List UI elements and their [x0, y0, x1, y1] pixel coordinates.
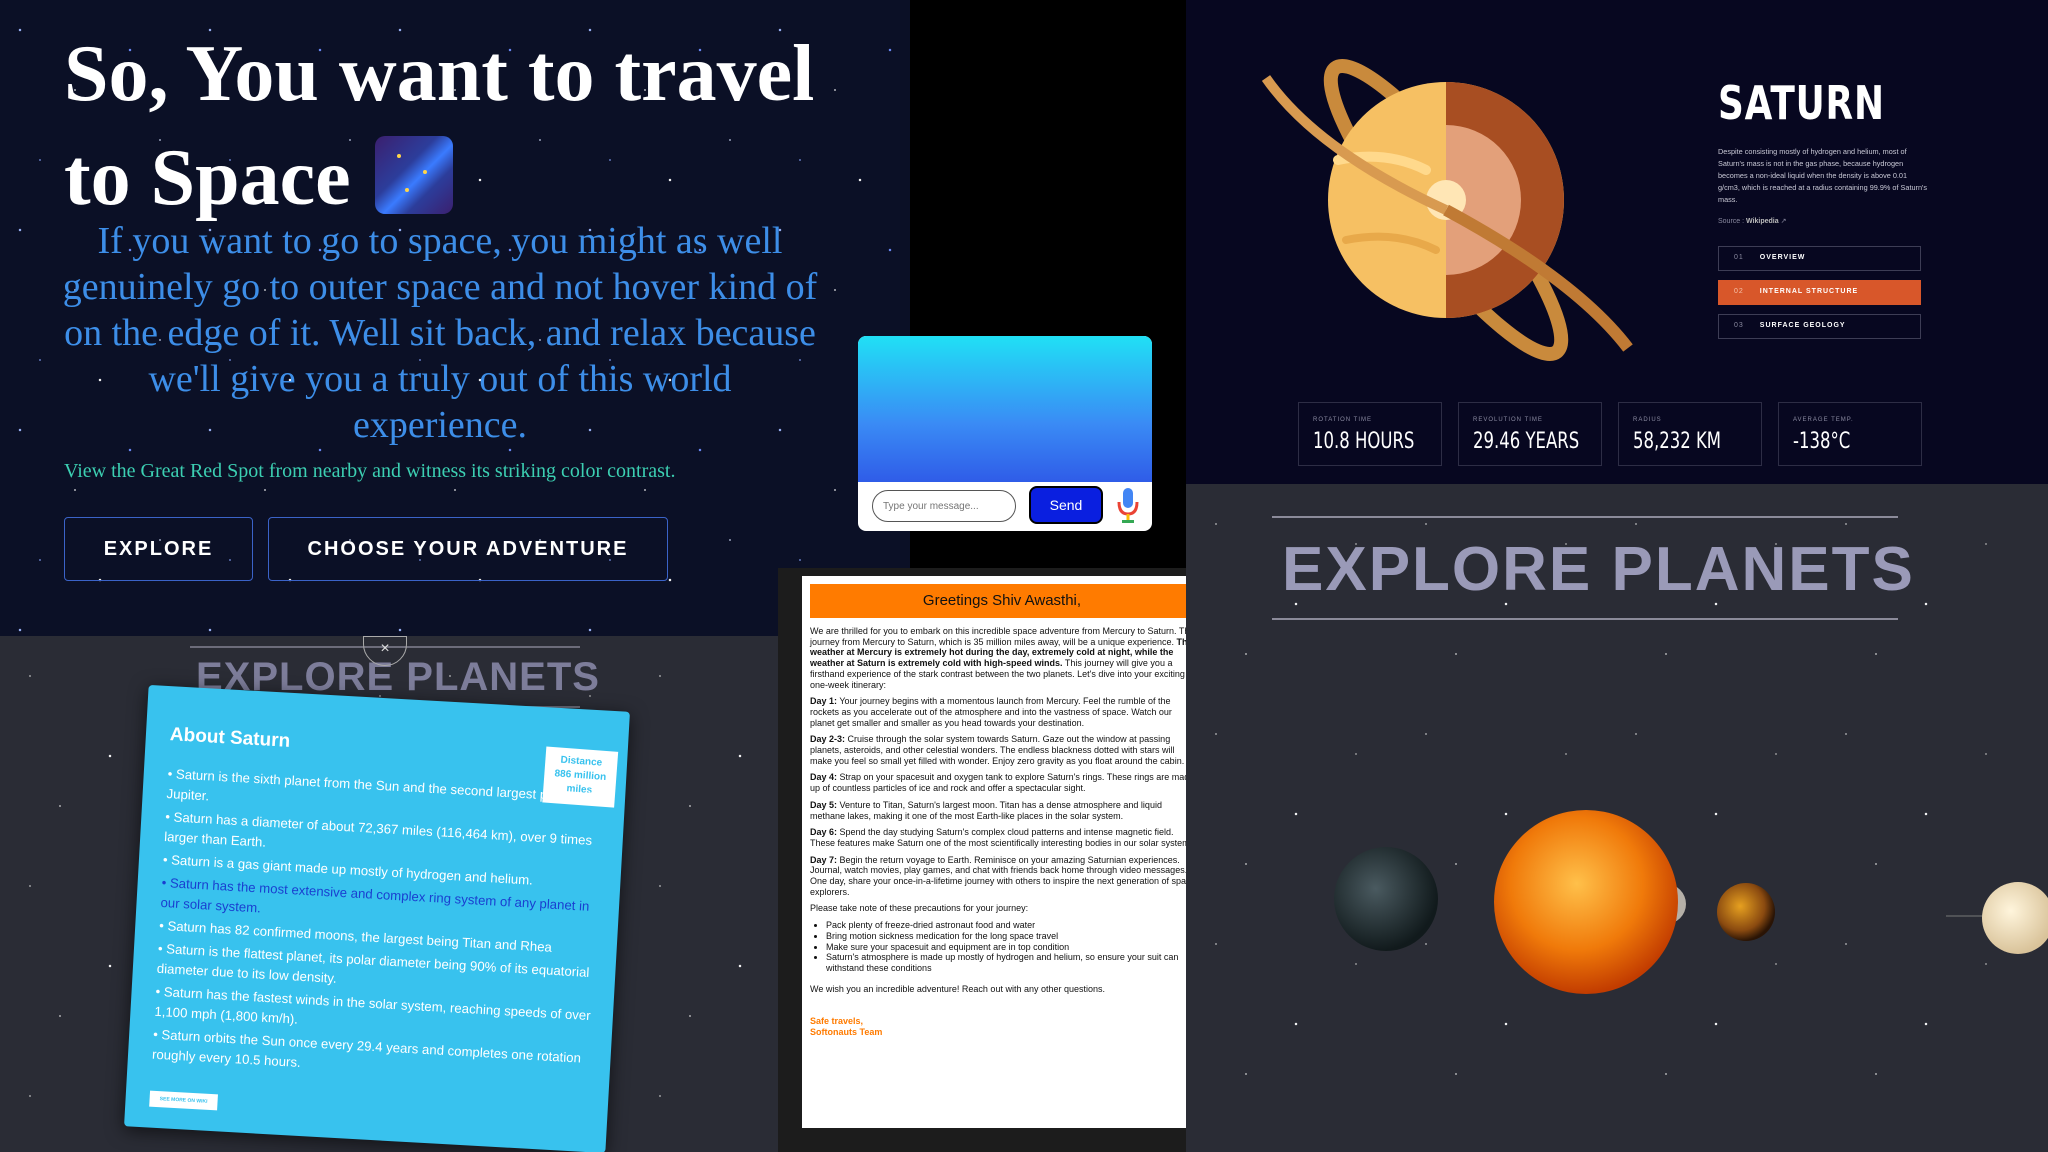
planet-description: Despite consisting mostly of hydrogen an… — [1718, 147, 1928, 204]
day-label: Day 6: — [810, 827, 838, 838]
about-saturn-card: About Saturn Distance 886 million miles … — [124, 684, 630, 1152]
send-button[interactable]: Send — [1029, 486, 1103, 524]
saturn-illustration — [1261, 59, 1633, 361]
choose-adventure-button[interactable]: CHOOSE YOUR ADVENTURE — [268, 517, 668, 581]
list-item: Bring motion sickness medication for the… — [826, 931, 1196, 942]
intro-text: We are thrilled for you to embark on thi… — [810, 626, 1195, 647]
day-text: Cruise through the solar system towards … — [810, 734, 1185, 766]
chat-message-area[interactable] — [858, 336, 1152, 482]
hero-title: So, You want to travel to Space — [64, 22, 824, 230]
day-label: Day 5: — [810, 799, 838, 810]
day-item: Day 1: Your journey begins with a moment… — [810, 696, 1196, 728]
planet-title: SATURN — [1718, 76, 1885, 130]
stat-value: 29.46 YEARS — [1473, 429, 1580, 454]
hero-note: View the Great Red Spot from nearby and … — [64, 460, 676, 482]
list-item: Pack plenty of freeze-dried astronaut fo… — [826, 920, 1196, 931]
day-text: Begin the return voyage to Earth. Remini… — [810, 854, 1196, 897]
list-item: Saturn's atmosphere is made up mostly of… — [826, 952, 1196, 973]
source-line: Source : Wikipedia ↗ — [1718, 217, 1786, 225]
day-text: Spend the day studying Saturn's complex … — [810, 827, 1193, 848]
signature-line: Softonauts Team — [810, 1027, 883, 1038]
letter-closing: We wish you an incredible adventure! Rea… — [810, 983, 1106, 994]
tab-number: 01 — [1734, 254, 1744, 261]
hero-section: So, You want to travel to Space If you w… — [0, 0, 910, 636]
explore-planets-section: EXPLORE PLANETS — [1186, 484, 2048, 1152]
stat-rotation-time: ROTATION TIME 10.8 HOURS — [1298, 402, 1442, 466]
day-text: Your journey begins with a momentous lau… — [810, 696, 1172, 728]
tab-number: 03 — [1734, 322, 1744, 329]
explore-planets-heading-large: EXPLORE PLANETS — [1282, 535, 1915, 604]
venus-planet[interactable] — [1982, 882, 2048, 954]
card-title: About Saturn — [169, 724, 291, 752]
day-item: Day 4: Strap on your spacesuit and oxyge… — [810, 772, 1196, 793]
divider — [1272, 516, 1898, 518]
stat-value: 10.8 HOURS — [1313, 429, 1415, 454]
tab-label: INTERNAL STRUCTURE — [1759, 288, 1859, 295]
itinerary-letter: Greetings Shiv Awasthi, We are thrilled … — [802, 576, 1202, 1128]
stat-label: ROTATION TIME — [1313, 417, 1372, 423]
divider — [1272, 618, 1898, 620]
stat-value: 58,232 KM — [1633, 429, 1722, 454]
stat-label: AVERAGE TEMP. — [1793, 417, 1854, 423]
day-label: Day 4: — [810, 772, 838, 783]
tab-label: OVERVIEW — [1759, 254, 1806, 261]
external-link-icon: ↗ — [1780, 218, 1787, 225]
stat-label: REVOLUTION TIME — [1473, 417, 1543, 423]
microphone-icon[interactable] — [1114, 486, 1142, 526]
letter-signature: Safe travels, Softonauts Team — [810, 1016, 1196, 1037]
saturn-page: SATURN Despite consisting mostly of hydr… — [1186, 0, 2048, 484]
stat-label: RADIUS — [1633, 417, 1662, 423]
signature-line: Safe travels, — [810, 1016, 864, 1027]
wikipedia-link[interactable]: Wikipedia — [1746, 218, 1779, 225]
stat-average-temp: AVERAGE TEMP. -138°C — [1778, 402, 1922, 466]
stat-value: -138°C — [1793, 429, 1851, 454]
chat-message-input[interactable] — [872, 490, 1016, 522]
day-item: Day 7: Begin the return voyage to Earth.… — [810, 855, 1196, 898]
mercury-planet[interactable] — [1717, 883, 1775, 941]
letter-greeting: Greetings Shiv Awasthi, — [810, 584, 1194, 618]
tab-overview[interactable]: 01 OVERVIEW — [1718, 246, 1921, 271]
saturn-facts-list: Saturn is the sixth planet from the Sun … — [151, 764, 607, 1092]
tab-label: SURFACE GEOLOGY — [1759, 322, 1846, 329]
earth-planet[interactable] — [1334, 847, 1438, 951]
sun[interactable] — [1494, 810, 1678, 994]
hero-title-line2: to Space — [64, 134, 351, 222]
day-item: Day 6: Spend the day studying Saturn's c… — [810, 827, 1196, 848]
day-item: Day 2-3: Cruise through the solar system… — [810, 734, 1196, 766]
day-text: Venture to Titan, Saturn's largest moon.… — [810, 799, 1162, 821]
stat-radius: RADIUS 58,232 KM — [1618, 402, 1762, 466]
precautions-list: Pack plenty of freeze-dried astronaut fo… — [826, 920, 1196, 974]
hero-title-line1: So, You want to travel — [64, 30, 815, 118]
tab-internal-structure[interactable]: 02 INTERNAL STRUCTURE — [1718, 280, 1921, 305]
letter-body: We are thrilled for you to embark on thi… — [810, 626, 1196, 1038]
solar-system-illustration — [1334, 810, 2048, 994]
source-label: Source : — [1718, 218, 1745, 225]
day-text: Strap on your spacesuit and oxygen tank … — [810, 772, 1195, 794]
precautions-intro: Please take note of these precautions fo… — [810, 903, 1029, 914]
shooting-stars-icon — [374, 136, 453, 214]
day-label: Day 1: — [810, 696, 838, 707]
tab-surface-geology[interactable]: 03 SURFACE GEOLOGY — [1718, 314, 1921, 339]
list-item: Make sure your spacesuit and equipment a… — [826, 942, 1196, 953]
chat-widget: Send — [858, 336, 1152, 531]
about-saturn-section: EXPLORE PLANETS × About Saturn Distance … — [0, 636, 778, 1152]
day-label: Day 7: — [810, 854, 838, 865]
letter-intro: We are thrilled for you to embark on thi… — [810, 626, 1196, 690]
hero-subtitle: If you want to go to space, you might as… — [62, 220, 818, 446]
explore-button[interactable]: EXPLORE — [64, 517, 253, 581]
stat-revolution-time: REVOLUTION TIME 29.46 YEARS — [1458, 402, 1602, 466]
see-more-button[interactable]: SEE MORE ON WIKI — [149, 1090, 218, 1111]
day-label: Day 2-3: — [810, 734, 846, 745]
tab-number: 02 — [1734, 288, 1744, 295]
letter-section: Greetings Shiv Awasthi, We are thrilled … — [778, 568, 1232, 1152]
day-item: Day 5: Venture to Titan, Saturn's larges… — [810, 800, 1196, 821]
